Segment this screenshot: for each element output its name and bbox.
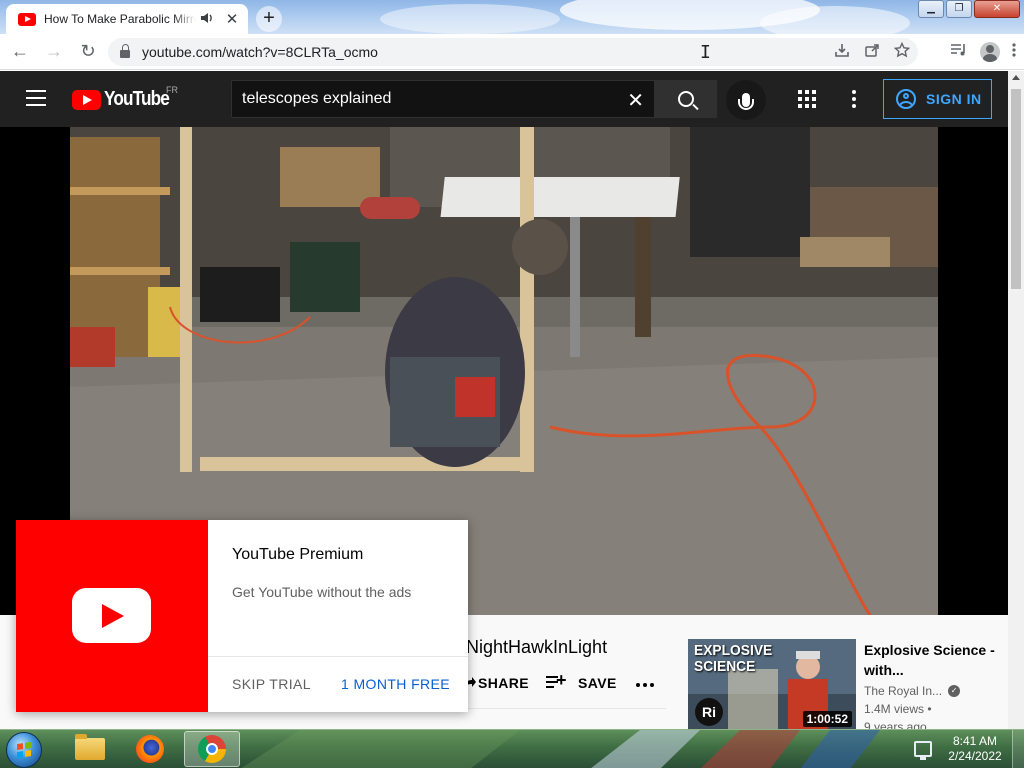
skip-trial-button[interactable]: SKIP TRIAL xyxy=(232,676,311,692)
folder-icon xyxy=(75,734,105,760)
playlist-add-icon xyxy=(546,670,567,691)
hamburger-menu-icon[interactable] xyxy=(26,90,46,106)
taskbar: 8:41 AM 2/24/2022 xyxy=(0,729,1024,768)
desktop-cloud xyxy=(380,4,560,34)
recommended-age: 9 years ago xyxy=(864,720,927,729)
speaker-icon[interactable] xyxy=(200,12,216,27)
browser-tab-active[interactable]: How To Make Parabolic Mirrors ✕ xyxy=(6,4,248,34)
maximize-button[interactable]: ❐ xyxy=(946,0,972,18)
recommended-video-title[interactable]: Explosive Science - with... xyxy=(864,640,1004,680)
recommended-channel-name: The Royal In... xyxy=(864,684,943,698)
search-button[interactable] xyxy=(655,80,717,118)
youtube-logo-text: YouTube xyxy=(104,88,170,110)
save-button[interactable]: SAVE xyxy=(546,670,617,694)
firefox-icon xyxy=(136,735,164,763)
promo-subtitle: Get YouTube without the ads xyxy=(232,584,412,600)
month-free-button[interactable]: 1 MONTH FREE xyxy=(341,676,450,692)
windows-flag-icon xyxy=(17,742,31,758)
profile-icon[interactable] xyxy=(980,42,1000,62)
browser-menu-icon[interactable] xyxy=(1012,42,1016,62)
thumbnail-text-line1: EXPLOSIVE xyxy=(694,642,773,659)
taskbar-explorer[interactable] xyxy=(62,731,118,767)
voice-search-button[interactable] xyxy=(726,80,766,120)
settings-menu-icon[interactable] xyxy=(852,90,856,111)
thumbnail-overlay-text: EXPLOSIVE SCIENCE xyxy=(694,643,772,675)
promo-divider xyxy=(208,656,468,657)
search-input[interactable]: telescopes explained ✕ xyxy=(231,80,655,118)
scrollbar-thumb[interactable] xyxy=(1011,89,1021,289)
youtube-play-logo-icon xyxy=(72,89,101,110)
system-clock[interactable]: 8:41 AM 2/24/2022 xyxy=(940,734,1010,764)
close-window-button[interactable]: ✕ xyxy=(974,0,1020,18)
address-bar[interactable]: youtube.com/watch?v=8CLRTa_ocmo xyxy=(108,38,918,66)
recommended-channel[interactable]: The Royal In... ✓ xyxy=(864,684,961,698)
video-duration: 1:00:52 xyxy=(802,711,852,727)
omnibox-actions xyxy=(834,38,911,66)
youtube-masthead: YouTube FR telescopes explained ✕ SIGN I… xyxy=(0,71,1008,127)
promo-banner xyxy=(16,520,208,712)
show-desktop-button[interactable] xyxy=(1012,730,1024,768)
microphone-icon xyxy=(738,93,754,110)
bookmark-star-icon[interactable] xyxy=(893,41,911,62)
save-label: SAVE xyxy=(578,675,617,691)
toolbar-right xyxy=(950,38,1016,66)
lock-icon[interactable] xyxy=(120,44,130,58)
account-icon xyxy=(896,89,916,109)
minimize-button[interactable]: ▁ xyxy=(918,0,944,18)
clock-date: 2/24/2022 xyxy=(948,749,1002,763)
network-icon[interactable] xyxy=(914,741,932,760)
clear-search-icon[interactable]: ✕ xyxy=(627,88,644,113)
browser-toolbar: ← → ↻ youtube.com/watch?v=8CLRTa_ocmo xyxy=(0,34,1024,70)
search-query-text[interactable]: telescopes explained xyxy=(242,90,391,108)
page-scrollbar[interactable] xyxy=(1008,71,1024,729)
desktop-cloud xyxy=(760,6,910,34)
new-tab-button[interactable]: + xyxy=(256,6,282,32)
url-text[interactable]: youtube.com/watch?v=8CLRTa_ocmo xyxy=(142,44,378,60)
install-icon[interactable] xyxy=(834,42,850,62)
tab-title: How To Make Parabolic Mirrors xyxy=(44,12,196,26)
media-control-icon[interactable] xyxy=(950,42,968,62)
search-icon xyxy=(678,91,694,107)
share-label: SHARE xyxy=(478,675,530,691)
more-actions-icon[interactable] xyxy=(636,683,654,687)
sign-in-label: SIGN IN xyxy=(926,91,982,107)
video-title-text[interactable]: NightHawkInLight xyxy=(466,637,607,658)
youtube-logo[interactable]: YouTube xyxy=(72,88,180,111)
promo-title: YouTube Premium xyxy=(232,546,364,563)
taskbar-firefox[interactable] xyxy=(122,731,178,767)
recommended-view-count: 1.4M views • xyxy=(864,702,932,716)
premium-promo-dialog: YouTube Premium Get YouTube without the … xyxy=(16,520,468,712)
youtube-favicon-icon xyxy=(18,12,36,26)
window-controls: ▁ ❐ ✕ xyxy=(918,0,1020,18)
sign-in-button[interactable]: SIGN IN xyxy=(883,79,992,119)
verified-badge-icon: ✓ xyxy=(948,685,961,697)
share-button[interactable]: SHARE xyxy=(462,672,529,694)
thumbnail-text-line2: SCIENCE xyxy=(694,658,756,675)
youtube-logo-icon xyxy=(72,588,151,643)
actions-divider xyxy=(466,708,666,709)
channel-badge: Ri xyxy=(695,698,723,726)
share-icon[interactable] xyxy=(864,42,880,62)
taskbar-chrome[interactable] xyxy=(184,731,240,767)
start-button[interactable] xyxy=(6,732,42,768)
reload-button[interactable]: ↻ xyxy=(74,38,102,66)
chrome-icon xyxy=(198,735,226,763)
recommended-video-thumbnail[interactable]: EXPLOSIVE SCIENCE Ri 1:00:52 xyxy=(688,639,856,729)
region-code: FR xyxy=(166,85,178,95)
scroll-up-arrow-icon[interactable] xyxy=(1012,75,1020,80)
clock-time: 8:41 AM xyxy=(952,734,998,748)
tab-strip: How To Make Parabolic Mirrors ✕ + ▁ ❐ ✕ xyxy=(0,0,1024,34)
tab-close-icon[interactable]: ✕ xyxy=(224,10,240,28)
apps-grid-icon[interactable] xyxy=(798,90,816,108)
back-button[interactable]: ← xyxy=(6,38,34,66)
text-cursor-icon: I xyxy=(700,42,711,63)
forward-button[interactable]: → xyxy=(40,38,68,66)
